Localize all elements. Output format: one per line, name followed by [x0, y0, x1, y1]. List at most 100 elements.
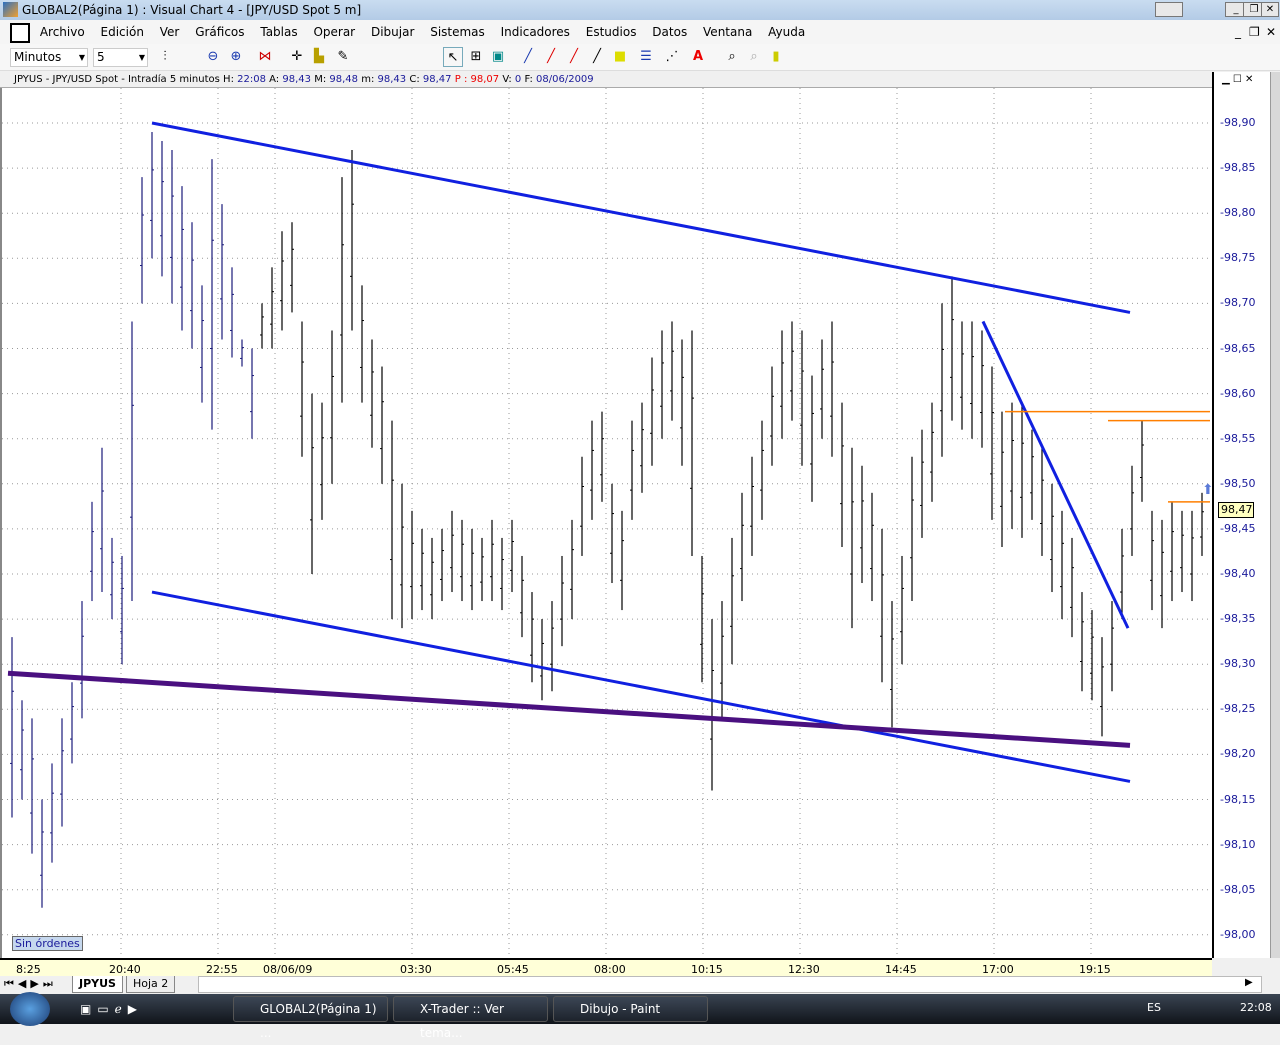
- trend-line: [981, 320, 1130, 629]
- date-label: F:: [524, 74, 533, 85]
- price-tick-label: -98,85: [1220, 161, 1256, 175]
- price-tick-label: -98,30: [1220, 657, 1256, 671]
- price-tick-label: -98,35: [1220, 612, 1256, 626]
- time-tick-label: 03:30: [400, 963, 432, 976]
- menu-tablas[interactable]: Tablas: [260, 20, 297, 44]
- quick-launch-icons[interactable]: ▣▭ℯ▶: [80, 1002, 143, 1016]
- time-value: 22:08: [237, 74, 266, 85]
- price-tick-label: -98,45: [1220, 521, 1256, 535]
- zoom-reset-icon[interactable]: ⌕: [744, 47, 764, 67]
- menu-archivo[interactable]: Archivo: [40, 20, 85, 44]
- vertical-scrollbar[interactable]: [1270, 72, 1280, 958]
- zoom-in-icon[interactable]: ⊕: [226, 47, 246, 67]
- app-icon: [3, 2, 18, 17]
- film-icon[interactable]: ▮: [766, 47, 786, 67]
- price-tick-label: -98,05: [1220, 882, 1256, 896]
- trend-line: [7, 670, 1131, 748]
- price-tick-label: -98,90: [1220, 116, 1256, 129]
- menu-dibujar[interactable]: Dibujar: [371, 20, 414, 44]
- text-icon[interactable]: A: [688, 47, 708, 67]
- toolbar: Minutos ▼ 5 ▼ ⫶ ⊖ ⊕ ⋈ ✛ ▙ ✎ ↖ ⊞ ▣ ╱ ╱ ╱ ╱ …: [0, 44, 1280, 71]
- volume-label: V:: [502, 74, 512, 85]
- menu-edicion[interactable]: Edición: [101, 20, 144, 44]
- horizontal-scrollbar[interactable]: [198, 976, 1262, 993]
- menu-ayuda[interactable]: Ayuda: [768, 20, 805, 44]
- channel-line-icon[interactable]: ╱: [564, 47, 584, 67]
- menu-graficos[interactable]: Gráficos: [195, 20, 244, 44]
- time-axis[interactable]: 8:25 20:40 22:55 08/06/09 03:30 05:45 08:00 10:…: [0, 958, 1212, 976]
- orders-status[interactable]: Sin órdenes: [12, 936, 83, 951]
- menu-sistemas[interactable]: Sistemas: [430, 20, 485, 44]
- time-tick-label: 8:25: [16, 963, 41, 976]
- line-icon[interactable]: ╱: [518, 47, 538, 67]
- period-value: 5: [97, 50, 105, 64]
- price-tick-label: -98,00: [1220, 927, 1256, 941]
- points-icon[interactable]: ⋰: [662, 47, 682, 67]
- scroll-right-icon[interactable]: ▶: [1245, 977, 1253, 988]
- mdi-close-button[interactable]: ✕: [1266, 20, 1276, 44]
- chart-canvas[interactable]: [2, 88, 1212, 958]
- menu-indicadores[interactable]: Indicadores: [501, 20, 570, 44]
- select-marker-icon[interactable]: ▙: [309, 47, 329, 67]
- taskbar-item-xtrader[interactable]: X-Trader :: Ver tema...: [393, 996, 548, 1040]
- time-tick-label: 12:30: [788, 963, 820, 976]
- tab-jpyus[interactable]: JPYUS: [72, 976, 123, 993]
- menu-operar[interactable]: Operar: [313, 20, 355, 44]
- price-chart[interactable]: [0, 88, 1212, 958]
- price-tick-label: -98,60: [1220, 386, 1256, 400]
- clock: 22:08: [1240, 1001, 1272, 1014]
- zoom-area-icon[interactable]: ⌕: [722, 47, 742, 67]
- subwindow-controls[interactable]: ▁ ☐ ✕: [1222, 74, 1253, 85]
- crosshair-icon[interactable]: ✛: [287, 47, 307, 67]
- period-unit-select[interactable]: Minutos ▼: [10, 48, 88, 67]
- window-option-button[interactable]: [1155, 2, 1183, 17]
- language-indicator[interactable]: ES: [1147, 1001, 1161, 1014]
- chart-type-icon[interactable]: ⫶: [155, 47, 175, 67]
- time-tick-label: 10:15: [691, 963, 723, 976]
- fibonacci-icon[interactable]: ☰: [636, 47, 656, 67]
- pen-icon[interactable]: ✎: [333, 47, 353, 67]
- ray-icon[interactable]: ╱: [587, 47, 607, 67]
- close-value: 98,47: [422, 74, 452, 85]
- time-tick-label: 05:45: [497, 963, 529, 976]
- pointer-icon[interactable]: ↖: [443, 47, 463, 67]
- price-tick-label: -98,55: [1220, 431, 1256, 445]
- red-line-icon[interactable]: ╱: [541, 47, 561, 67]
- menu-estudios[interactable]: Estudios: [586, 20, 637, 44]
- date-value: 08/06/2009: [536, 74, 594, 85]
- mdi-minimize-button[interactable]: _: [1235, 20, 1241, 44]
- price-tick-label: -98,25: [1220, 702, 1256, 716]
- menu-ventana[interactable]: Ventana: [703, 20, 752, 44]
- tab-hoja-2[interactable]: Hoja 2: [126, 976, 176, 993]
- tab-navigation-arrows[interactable]: ⏮◀▶⏭: [4, 977, 57, 991]
- menu-datos[interactable]: Datos: [652, 20, 687, 44]
- taskbar-item-global2[interactable]: GLOBAL2(Página 1) ...: [233, 996, 388, 1040]
- min-label: m:: [361, 74, 375, 85]
- menu-bar: Archivo Edición Ver Gráficos Tablas Oper…: [0, 20, 1280, 44]
- time-tick-label: 17:00: [982, 963, 1014, 976]
- period-value-select[interactable]: 5 ▼: [93, 48, 148, 67]
- arrow-up-icon: ⬆: [1202, 482, 1214, 498]
- volume-value: 0: [514, 74, 522, 85]
- price-axis[interactable]: ▁ ☐ ✕ 98,47 ⬆ -98,90 -98,85 -98,80 -98,75 -9…: [1202, 72, 1270, 958]
- ruler-icon[interactable]: ⊞: [466, 47, 486, 67]
- chart-logo-icon: [10, 22, 30, 43]
- time-tick-label: 19:15: [1079, 963, 1111, 976]
- mdi-restore-button[interactable]: ❐: [1249, 20, 1260, 44]
- trend-line: [151, 590, 1131, 783]
- menu-ver[interactable]: Ver: [160, 20, 180, 44]
- price-tick-label: -98,40: [1220, 567, 1256, 580]
- start-button[interactable]: [10, 992, 50, 1026]
- sheet-tabs: ⏮◀▶⏭ JPYUS Hoja 2 ▶: [0, 976, 1280, 994]
- zoom-out-icon[interactable]: ⊖: [203, 47, 223, 67]
- chart-info-bar: JPYUS - JPY/USD Spot - Intradía 5 minuto…: [0, 72, 1212, 88]
- time-tick-label: 14:45: [885, 963, 917, 976]
- close-label: C:: [409, 74, 420, 85]
- bars-icon[interactable]: ⋈: [255, 47, 275, 67]
- time-tick-label: 08/06/09: [263, 963, 313, 976]
- close-button[interactable]: ✕: [1261, 2, 1279, 17]
- box-icon[interactable]: ■: [610, 47, 630, 67]
- time-tick-label: 20:40: [109, 963, 141, 976]
- rectangle-icon[interactable]: ▣: [488, 47, 508, 67]
- taskbar-item-paint[interactable]: Dibujo - Paint: [553, 996, 708, 1022]
